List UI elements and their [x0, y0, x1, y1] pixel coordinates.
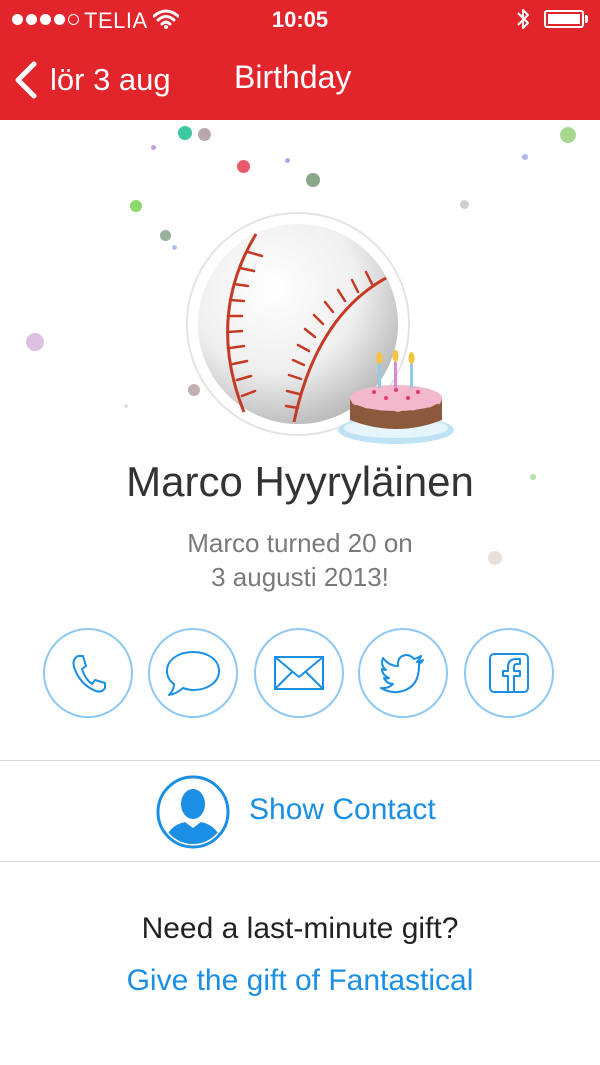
divider: [0, 760, 600, 761]
message-button[interactable]: [148, 628, 238, 718]
twitter-button[interactable]: [358, 628, 448, 718]
birthday-cake-icon: [338, 350, 454, 444]
birthday-message-line1: Marco turned 20 on: [187, 528, 413, 558]
header: TELIA 10:05 lör 3 aug Birthday: [0, 0, 600, 120]
facebook-button[interactable]: [464, 628, 554, 718]
show-contact-label: Show Contact: [249, 793, 436, 826]
nav-bar: lör 3 aug Birthday: [0, 40, 600, 120]
battery-icon: [544, 10, 584, 28]
gift-fantastical-link[interactable]: Give the gift of Fantastical: [0, 964, 600, 998]
status-bar: TELIA 10:05: [0, 0, 600, 40]
divider: [0, 861, 600, 862]
phone-icon: [72, 655, 106, 693]
message-icon: [166, 651, 220, 696]
back-label: lör 3 aug: [50, 62, 171, 97]
back-button[interactable]: lör 3 aug: [10, 58, 171, 102]
twitter-icon: [380, 654, 424, 694]
show-contact-button[interactable]: Show Contact: [0, 762, 600, 861]
battery-tip: [585, 15, 588, 23]
birthday-message-line2: 3 augusti 2013!: [211, 562, 389, 592]
status-time: 10:05: [271, 7, 329, 32]
gift-question: Need a last-minute gift?: [141, 912, 459, 945]
bluetooth-icon: [517, 9, 529, 29]
chevron-left-icon: [15, 61, 37, 99]
contact-name: Marco Hyyryläinen: [126, 458, 474, 505]
call-button[interactable]: [43, 628, 133, 718]
mail-icon: [274, 656, 324, 690]
contact-person-icon: [156, 775, 230, 849]
facebook-icon: [489, 653, 529, 693]
page-title: Birthday: [234, 59, 352, 95]
email-button[interactable]: [254, 628, 344, 718]
